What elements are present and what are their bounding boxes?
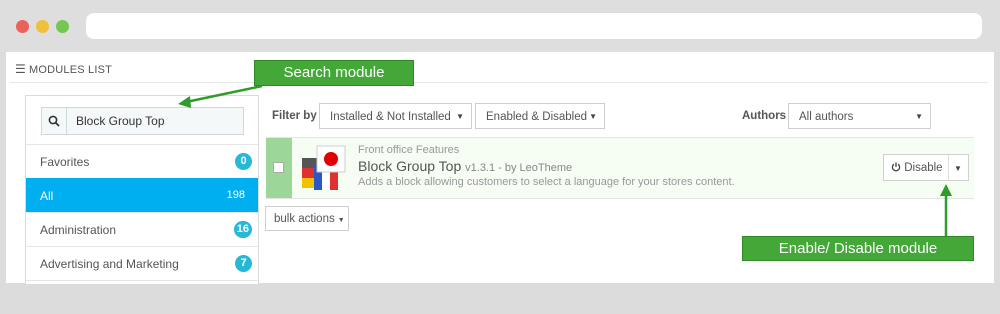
caret-down-icon: ▼ bbox=[915, 112, 923, 121]
count-badge: 7 bbox=[235, 255, 252, 272]
bulk-actions-button[interactable]: bulk actions ▼ bbox=[265, 206, 349, 231]
module-row: Front office Features Block Group Top v1… bbox=[266, 138, 974, 199]
window-maximize-dot[interactable] bbox=[56, 20, 69, 33]
search-input[interactable] bbox=[67, 108, 246, 134]
disable-button[interactable]: Disable bbox=[891, 162, 943, 174]
panel-heading: ☰ MODULES LIST bbox=[15, 62, 112, 76]
list-icon: ☰ bbox=[15, 62, 26, 76]
caret-down-icon[interactable]: ▼ bbox=[954, 164, 962, 173]
sidebar-item-all[interactable]: All 198 bbox=[26, 178, 258, 212]
panel-title: MODULES LIST bbox=[28, 64, 113, 76]
select-value: Enabled & Disabled bbox=[486, 111, 588, 123]
bulk-actions-label: bulk actions bbox=[274, 213, 335, 225]
browser-chrome bbox=[0, 0, 1000, 52]
window-border bbox=[994, 52, 1000, 283]
enable-disable-callout: Enable/ Disable module bbox=[742, 236, 974, 261]
caret-down-icon: ▼ bbox=[337, 217, 345, 224]
sidebar-item-label: Favorites bbox=[40, 155, 90, 169]
module-flags-icon bbox=[302, 145, 346, 190]
module-category: Front office Features bbox=[358, 144, 460, 156]
count-badge: 198 bbox=[226, 189, 245, 201]
divider bbox=[10, 82, 988, 83]
search-module-callout: Search module bbox=[254, 60, 414, 86]
module-checkbox[interactable] bbox=[273, 162, 284, 173]
search-icon[interactable] bbox=[42, 108, 67, 134]
select-value: Installed & Not Installed bbox=[330, 111, 451, 123]
module-search bbox=[41, 107, 246, 135]
divider bbox=[948, 155, 949, 180]
category-list: Favorites 0 All 198 Administration 16 Ad… bbox=[26, 144, 258, 314]
power-icon bbox=[891, 162, 901, 172]
sidebar-item-more[interactable] bbox=[26, 280, 258, 314]
disable-button-group: Disable ▼ bbox=[883, 154, 969, 181]
address-bar[interactable] bbox=[86, 13, 982, 39]
module-description: Adds a block allowing customers to selec… bbox=[358, 176, 735, 188]
module-version: v1.3.1 - by LeoTheme bbox=[465, 162, 573, 174]
module-checkbox-cell bbox=[266, 138, 292, 198]
authors-label: Authors bbox=[742, 110, 787, 122]
enabled-status-select[interactable]: Enabled & Disabled ▼ bbox=[475, 103, 605, 129]
sidebar-item-favorites[interactable]: Favorites 0 bbox=[26, 144, 258, 178]
window-minimize-dot[interactable] bbox=[36, 20, 49, 33]
filter-by-label: Filter by bbox=[272, 110, 317, 122]
count-badge: 0 bbox=[235, 153, 252, 170]
sidebar-item-advertising-marketing[interactable]: Advertising and Marketing 7 bbox=[26, 246, 258, 280]
count-badge: 16 bbox=[233, 221, 252, 238]
module-title: Block Group Top v1.3.1 - by LeoTheme bbox=[358, 158, 572, 174]
sidebar-item-label: All bbox=[40, 189, 54, 203]
select-value: All authors bbox=[799, 111, 854, 123]
sidebar-item-administration[interactable]: Administration 16 bbox=[26, 212, 258, 246]
authors-select[interactable]: All authors ▼ bbox=[788, 103, 931, 129]
caret-down-icon: ▼ bbox=[456, 112, 464, 121]
sidebar-item-label: Advertising and Marketing bbox=[40, 257, 179, 271]
module-name: Block Group Top bbox=[358, 158, 462, 174]
caret-down-icon: ▼ bbox=[589, 112, 597, 121]
window-close-dot[interactable] bbox=[16, 20, 29, 33]
category-sidebar: Favorites 0 All 198 Administration 16 Ad… bbox=[25, 95, 259, 284]
disable-label: Disable bbox=[904, 162, 943, 174]
install-status-select[interactable]: Installed & Not Installed ▼ bbox=[319, 103, 472, 129]
sidebar-item-label: Administration bbox=[40, 223, 117, 237]
